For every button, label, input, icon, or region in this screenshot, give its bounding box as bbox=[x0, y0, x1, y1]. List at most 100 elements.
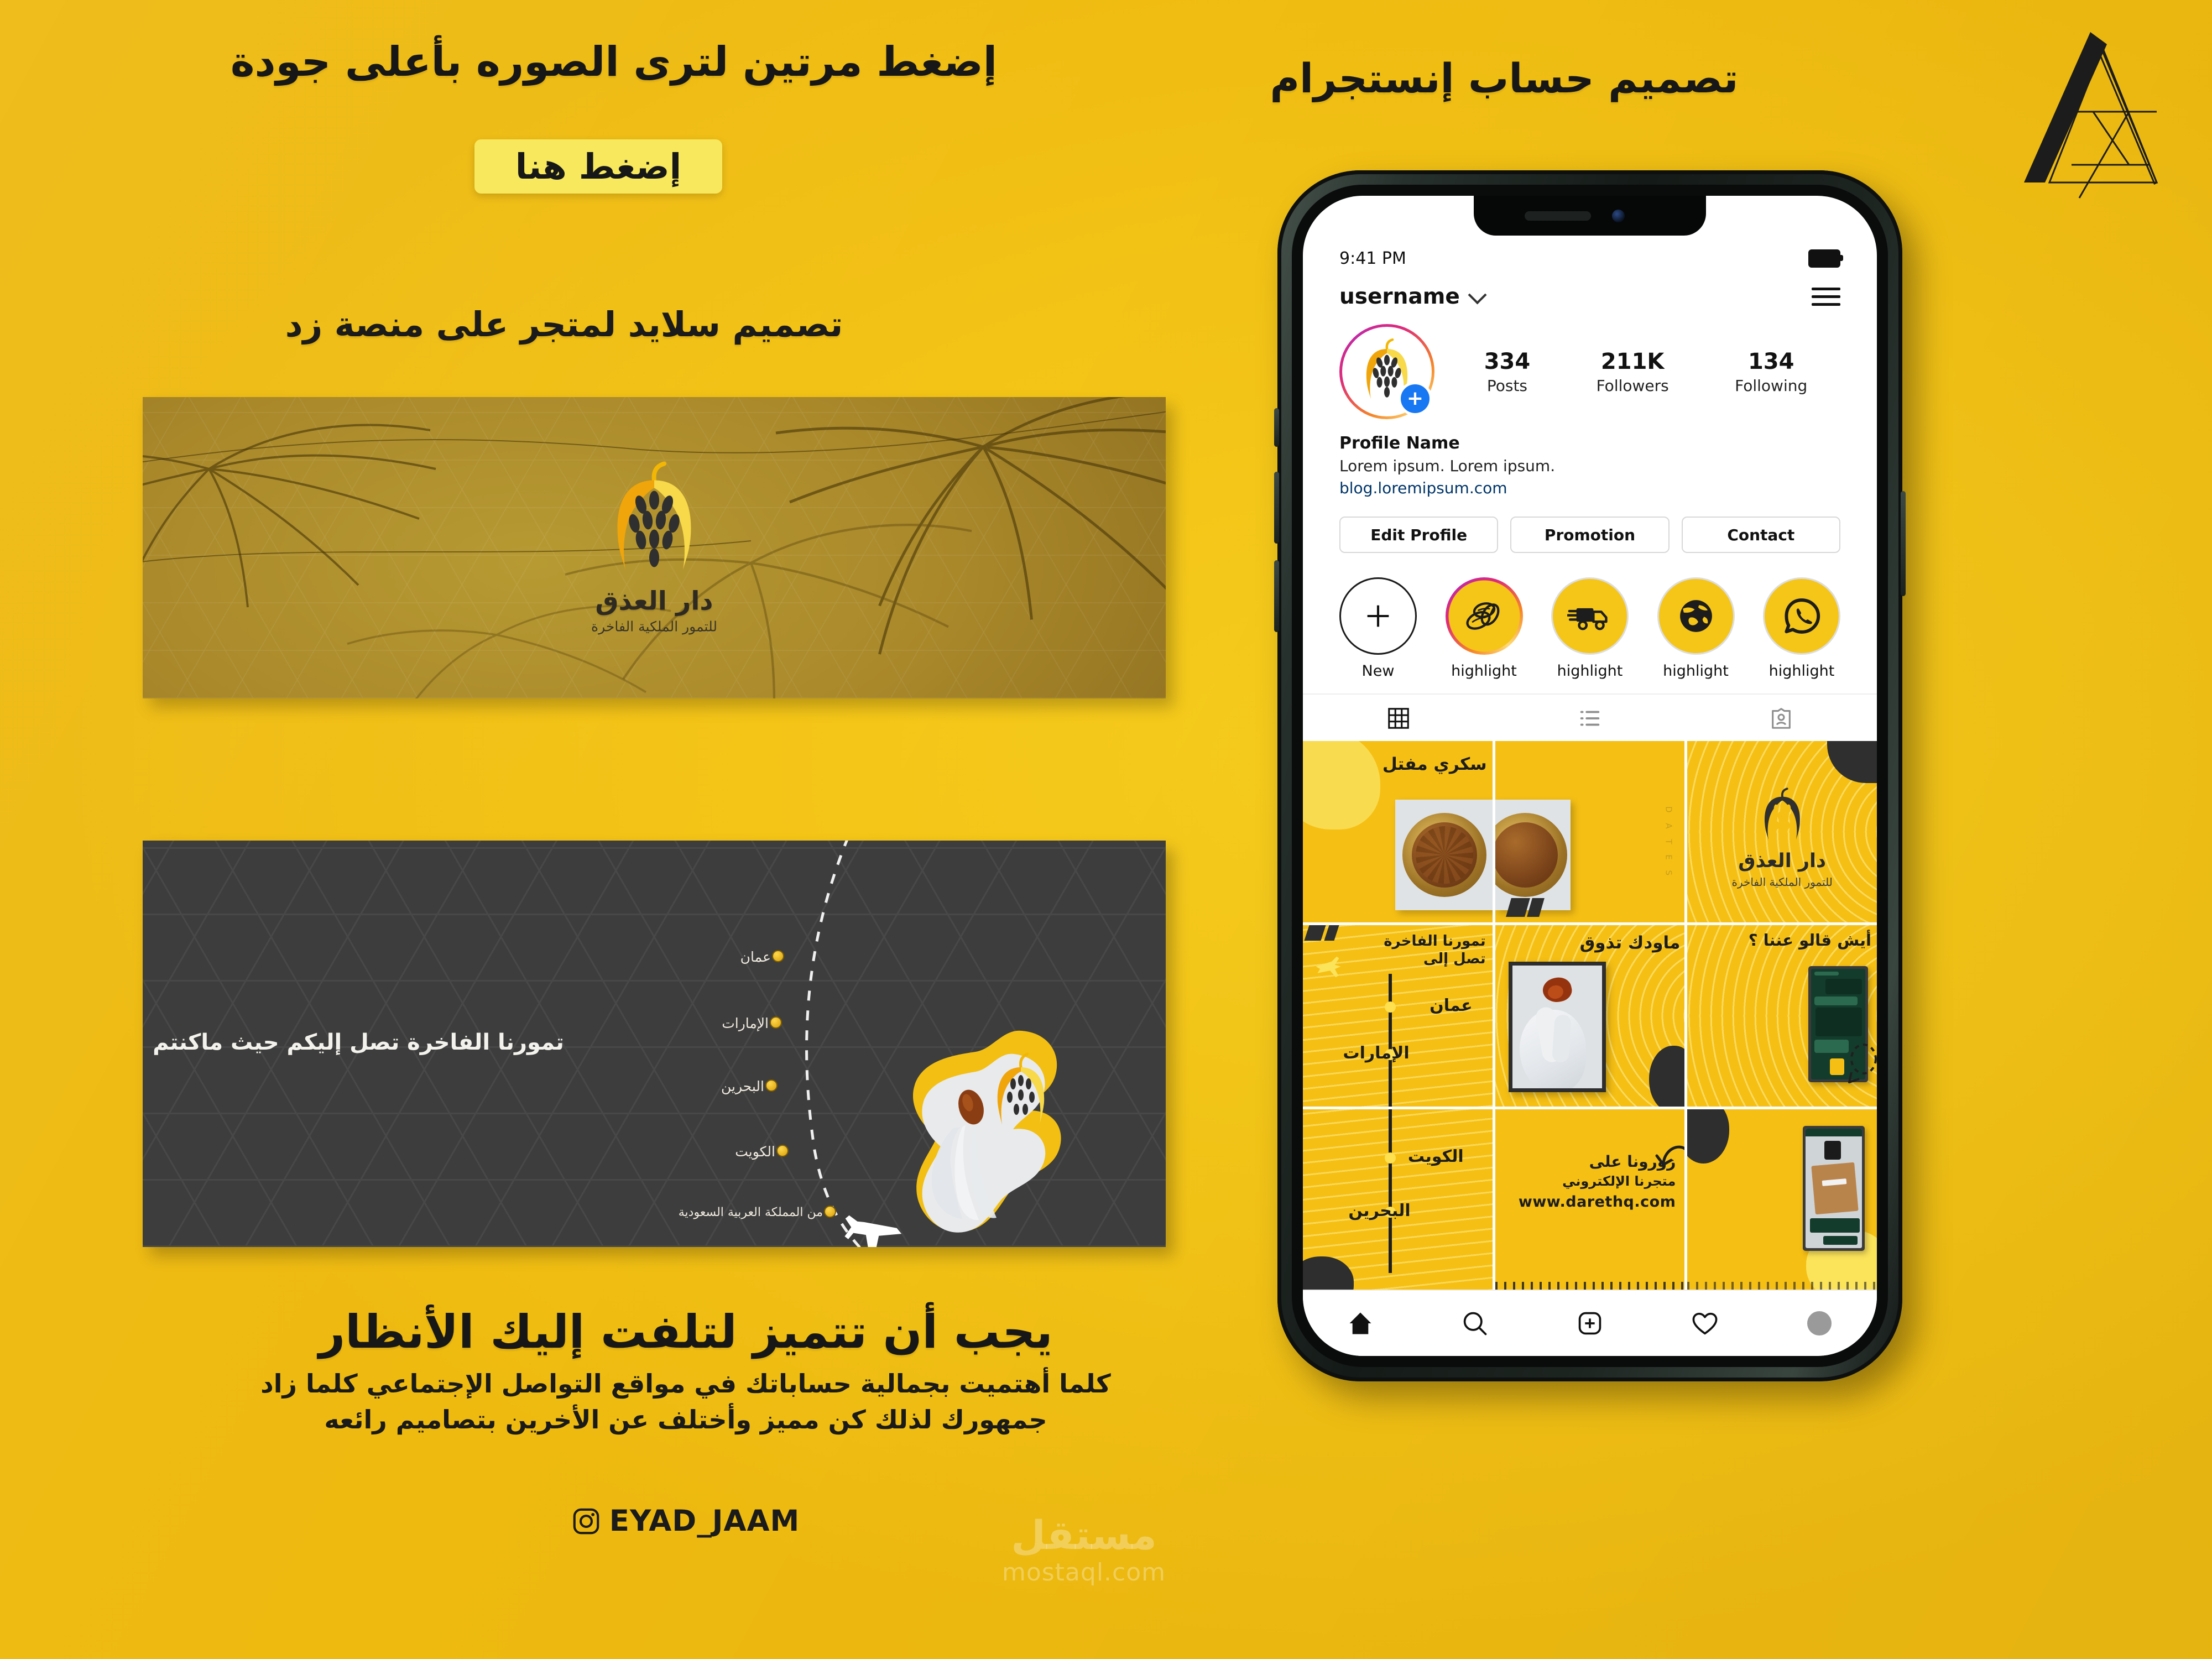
post-3-brand-name: دار العذق bbox=[1738, 849, 1826, 872]
map-stop-dot-1 bbox=[770, 1016, 782, 1029]
click-here-button[interactable]: إضغط هنا bbox=[474, 139, 722, 194]
stat-followers-label: Followers bbox=[1596, 376, 1669, 395]
profile-bio: Profile Name Lorem ipsum. Lorem ipsum. b… bbox=[1339, 434, 1840, 497]
post-cell-9[interactable] bbox=[1687, 1109, 1877, 1291]
bottom-paragraph-line-2: جمهورك لذلك كن مميز وأختلف عن الأخرين بت… bbox=[324, 1405, 1047, 1435]
map-origin-dot bbox=[824, 1206, 836, 1218]
globe-icon bbox=[1657, 577, 1735, 655]
post-cell-4[interactable]: تمورنا الفاخرة تصل إلى عمان الإمارات bbox=[1303, 925, 1493, 1107]
phone-screen: 9:41 PM username + 334 Posts 211K Follow… bbox=[1303, 196, 1877, 1356]
post-cell-3[interactable]: دار العذق للتمور الملكية الفاخرة bbox=[1687, 741, 1877, 922]
map-stop-dot-3 bbox=[776, 1145, 789, 1157]
post-1-photo bbox=[1395, 800, 1493, 910]
post-8-url: www.darethq.com bbox=[1518, 1193, 1676, 1211]
chevron-down-icon bbox=[1468, 285, 1487, 304]
highlight-globe[interactable]: highlight bbox=[1652, 577, 1740, 680]
date-cluster-logo-icon bbox=[617, 461, 691, 570]
highlight-dates[interactable]: highlight bbox=[1440, 577, 1528, 680]
profile-name: Profile Name bbox=[1339, 434, 1460, 453]
dashed-arrow-icon bbox=[1848, 1044, 1877, 1083]
post-grid: سكري مفتل D A T E S دار العذق للتمور الم… bbox=[1303, 741, 1877, 1291]
battery-full-icon bbox=[1808, 249, 1843, 268]
post-3-brand-tagline: للتمور الملكية الفاخرة bbox=[1731, 875, 1833, 889]
instagram-icon bbox=[573, 1508, 599, 1534]
hand-holding-date-photo bbox=[912, 1030, 1061, 1233]
post-cell-2[interactable]: D A T E S bbox=[1495, 741, 1685, 922]
phone-mockup: 9:41 PM username + 334 Posts 211K Follow… bbox=[1274, 170, 1906, 1381]
profile-link[interactable]: blog.loremipsum.com bbox=[1339, 479, 1840, 497]
heart-icon[interactable] bbox=[1689, 1308, 1720, 1339]
click-here-label: إضغط هنا bbox=[515, 146, 682, 187]
date-cluster-logo-icon bbox=[1764, 787, 1800, 840]
earpiece-speaker-icon bbox=[1525, 211, 1591, 221]
contact-button[interactable]: Contact bbox=[1681, 517, 1840, 553]
highlight-new[interactable]: New bbox=[1334, 577, 1422, 680]
home-icon[interactable] bbox=[1345, 1308, 1376, 1339]
profile-action-buttons: Edit Profile Promotion Contact bbox=[1339, 517, 1840, 553]
map-stop-2: البحرين bbox=[721, 1078, 764, 1094]
instagram-handle-label: EYAD_JAAM bbox=[609, 1504, 800, 1538]
map-stop-1: الإمارات bbox=[722, 1015, 769, 1031]
banner-brand-lockup: دار العذق للتمور الملكية الفاخرة bbox=[591, 461, 717, 634]
stat-posts[interactable]: 334 Posts bbox=[1484, 349, 1531, 395]
airplane-icon bbox=[1316, 956, 1341, 978]
post-6-headline: أيش قالو عننا ؟ bbox=[1748, 931, 1871, 950]
map-stop-dot-0 bbox=[772, 950, 784, 962]
username-switcher[interactable]: username bbox=[1339, 284, 1487, 309]
post-9-testimonial-screenshot bbox=[1802, 1126, 1865, 1251]
post-cell-5[interactable]: ماودك تذوق bbox=[1495, 925, 1685, 1107]
add-post-icon[interactable] bbox=[1574, 1308, 1605, 1339]
profile-avatar-icon[interactable] bbox=[1804, 1308, 1835, 1339]
post-cell-7[interactable]: الكويت البحرين bbox=[1303, 1109, 1493, 1291]
post-5-headline: ماودك تذوق bbox=[1579, 933, 1681, 953]
top-left-headline: إضغط مرتين لترى الصوره بأعلى جودة bbox=[230, 38, 998, 86]
avatar[interactable]: + bbox=[1339, 324, 1434, 419]
username-label: username bbox=[1339, 284, 1460, 309]
section-title: تصميم سلايد لمتجر على منصة زد bbox=[285, 304, 843, 345]
highlight-new-label: New bbox=[1361, 662, 1395, 680]
post-cell-1[interactable]: سكري مفتل bbox=[1303, 741, 1493, 922]
story-highlights: New highlight highlight highlight highli… bbox=[1334, 577, 1846, 680]
status-time: 9:41 PM bbox=[1339, 249, 1406, 268]
post-4-headline: تمورنا الفاخرة تصل إلى bbox=[1384, 933, 1486, 967]
banner-palm-grove[interactable]: دار العذق للتمور الملكية الفاخرة bbox=[143, 397, 1166, 698]
phone-power-button[interactable] bbox=[1901, 491, 1906, 596]
stat-following[interactable]: 134 Following bbox=[1735, 349, 1807, 395]
add-story-badge[interactable]: + bbox=[1398, 382, 1432, 416]
instagram-handle[interactable]: EYAD_JAAM bbox=[83, 1504, 1288, 1538]
tab-grid[interactable] bbox=[1303, 695, 1494, 745]
post-2-side-label: D A T E S bbox=[1663, 806, 1674, 880]
banner-brand-name: دار العذق bbox=[595, 586, 713, 616]
post-4-country-1: الإمارات bbox=[1343, 1044, 1410, 1063]
phone-mute-switch[interactable] bbox=[1274, 408, 1279, 447]
banner-shipping-map[interactable]: عمان الإمارات البحرين الكويت من المملكة … bbox=[143, 841, 1166, 1247]
stat-following-value: 134 bbox=[1747, 348, 1794, 374]
profile-description: Lorem ipsum. Lorem ipsum. bbox=[1339, 457, 1556, 475]
status-bar: 9:41 PM bbox=[1339, 249, 1843, 268]
highlight-delivery[interactable]: highlight bbox=[1546, 577, 1634, 680]
post-cell-6[interactable]: أيش قالو عننا ؟ bbox=[1687, 925, 1877, 1107]
highlight-1-label: highlight bbox=[1451, 662, 1517, 680]
post-1-headline: سكري مفتل bbox=[1382, 754, 1487, 774]
bottom-headline: يجب أن تتميز لتلفت إليك الأنظار bbox=[319, 1305, 1053, 1359]
highlight-3-label: highlight bbox=[1663, 662, 1729, 680]
hamburger-menu-icon[interactable] bbox=[1812, 288, 1840, 306]
phone-volume-up-button[interactable] bbox=[1274, 472, 1279, 544]
search-icon[interactable] bbox=[1459, 1308, 1490, 1339]
watermark-latin: mostaql.com bbox=[1001, 1558, 1166, 1587]
delivery-truck-icon bbox=[1551, 577, 1629, 655]
tab-tagged[interactable] bbox=[1686, 695, 1877, 742]
tab-list[interactable] bbox=[1494, 695, 1686, 742]
top-right-headline: تصميم حساب إنستجرام bbox=[1270, 55, 1739, 102]
highlight-whatsapp[interactable]: highlight bbox=[1757, 577, 1846, 680]
profile-tabs bbox=[1303, 693, 1877, 745]
stat-followers[interactable]: 211K Followers bbox=[1597, 349, 1669, 395]
edit-profile-button[interactable]: Edit Profile bbox=[1339, 517, 1499, 553]
map-origin-label: من المملكة العربية السعودية bbox=[678, 1206, 823, 1219]
list-icon bbox=[1580, 711, 1600, 726]
bottom-paragraph: كلما أهتميت بجمالية حساباتك في مواقع الت… bbox=[83, 1366, 1288, 1438]
post-cell-8[interactable]: زورونا على متجرنا الإلكتروني www.darethq… bbox=[1495, 1109, 1685, 1291]
promotion-button[interactable]: Promotion bbox=[1510, 517, 1670, 553]
phone-volume-down-button[interactable] bbox=[1274, 560, 1279, 632]
curved-arrow-icon bbox=[1655, 1145, 1685, 1166]
